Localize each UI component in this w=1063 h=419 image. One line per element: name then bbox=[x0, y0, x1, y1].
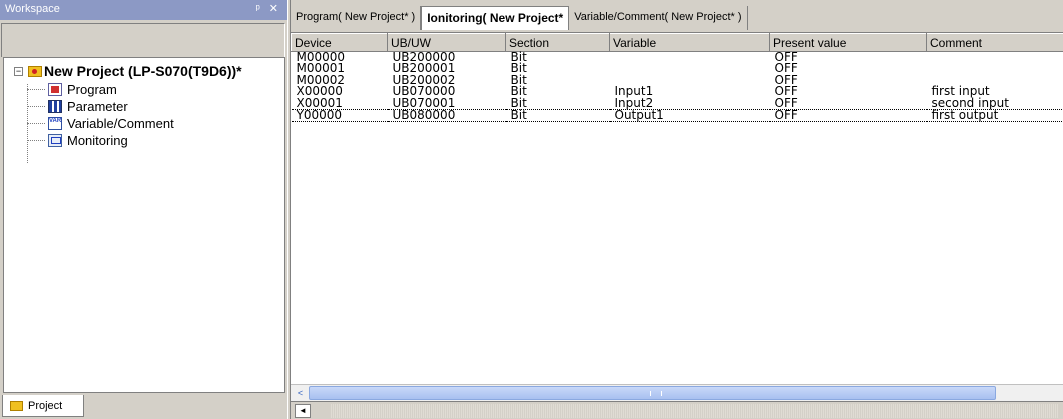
project-tab-label: Project bbox=[28, 399, 63, 412]
workspace-title-bar[interactable]: Workspace ᵖ ✕ bbox=[0, 0, 287, 20]
cell-ubuw: UB080000 bbox=[387, 108, 506, 122]
col-header-variable[interactable]: Variable bbox=[609, 33, 770, 52]
workspace-pane: Workspace ᵖ ✕ − New Project (LP-S070(T9D… bbox=[0, 0, 287, 419]
tree-item-label: Variable/Comment bbox=[67, 116, 174, 131]
col-header-section[interactable]: Section bbox=[505, 33, 610, 52]
workspace-header-strip bbox=[1, 23, 285, 57]
col-header-comment[interactable]: Comment bbox=[926, 33, 1063, 52]
document-area: Program( New Project* ) Ionitoring( New … bbox=[291, 0, 1063, 419]
horizontal-scrollbar[interactable]: < bbox=[291, 384, 1063, 401]
cell-variable: Output1 bbox=[609, 108, 770, 122]
scroll-left-icon[interactable]: < bbox=[294, 386, 307, 400]
tree-item-parameter[interactable]: Parameter bbox=[4, 98, 284, 115]
project-folder-icon bbox=[28, 65, 42, 77]
tree-item-program[interactable]: Program bbox=[4, 81, 284, 98]
tree-item-monitoring[interactable]: Monitoring bbox=[4, 132, 284, 149]
cell-variable bbox=[610, 52, 770, 64]
variable-icon: VAR bbox=[48, 117, 62, 130]
table-header-row: Device UB/UW Section Variable Present va… bbox=[291, 33, 1063, 52]
tab-variable-comment[interactable]: Variable/Comment( New Project* ) bbox=[569, 6, 748, 30]
col-header-present-value[interactable]: Present value bbox=[769, 33, 927, 52]
document-tabs: Program( New Project* ) Ionitoring( New … bbox=[291, 6, 748, 32]
project-folder-icon bbox=[10, 400, 23, 411]
grip-icon bbox=[650, 391, 662, 396]
collapse-icon[interactable]: − bbox=[14, 66, 23, 76]
project-tree[interactable]: − New Project (LP-S070(T9D6))* Program P… bbox=[3, 57, 285, 393]
program-icon bbox=[48, 83, 62, 96]
nav-scroll-area[interactable] bbox=[331, 404, 1059, 418]
pin-close-icons[interactable]: ᵖ ✕ bbox=[256, 2, 281, 15]
cell-comment bbox=[927, 63, 1063, 75]
nav-left-icon[interactable]: ◄ bbox=[295, 404, 311, 418]
col-header-device[interactable]: Device bbox=[291, 33, 388, 52]
tree-item-label: Parameter bbox=[67, 99, 128, 114]
tab-program[interactable]: Program( New Project* ) bbox=[291, 6, 422, 30]
monitoring-grid[interactable]: Device UB/UW Section Variable Present va… bbox=[291, 32, 1063, 384]
tree-item-label: Program bbox=[67, 82, 117, 97]
cell-section: Bit bbox=[505, 108, 610, 122]
workspace-title: Workspace bbox=[5, 3, 60, 15]
tab-monitoring[interactable]: Ionitoring( New Project* bbox=[421, 6, 570, 30]
scroll-thumb[interactable] bbox=[309, 386, 996, 400]
tree-item-label: Monitoring bbox=[67, 133, 128, 148]
monitoring-icon bbox=[48, 134, 62, 147]
tree-item-variable-comment[interactable]: VAR Variable/Comment bbox=[4, 115, 284, 132]
parameter-icon bbox=[48, 100, 62, 113]
cell-present-value: OFF bbox=[769, 108, 927, 122]
project-tab[interactable]: Project bbox=[2, 395, 84, 417]
project-label: New Project (LP-S070(T9D6))* bbox=[44, 63, 242, 79]
cell-comment bbox=[927, 52, 1063, 64]
cell-variable bbox=[610, 63, 770, 75]
table-row-selected[interactable]: Y00000 UB080000 Bit Output1 OFF first ou… bbox=[291, 108, 1063, 122]
col-header-ubuw[interactable]: UB/UW bbox=[387, 33, 506, 52]
cell-comment: first output bbox=[926, 108, 1063, 122]
cell-device: Y00000 bbox=[291, 108, 388, 122]
tree-root-project[interactable]: − New Project (LP-S070(T9D6))* bbox=[4, 61, 284, 81]
bottom-nav-bar: ◄ bbox=[291, 401, 1063, 419]
